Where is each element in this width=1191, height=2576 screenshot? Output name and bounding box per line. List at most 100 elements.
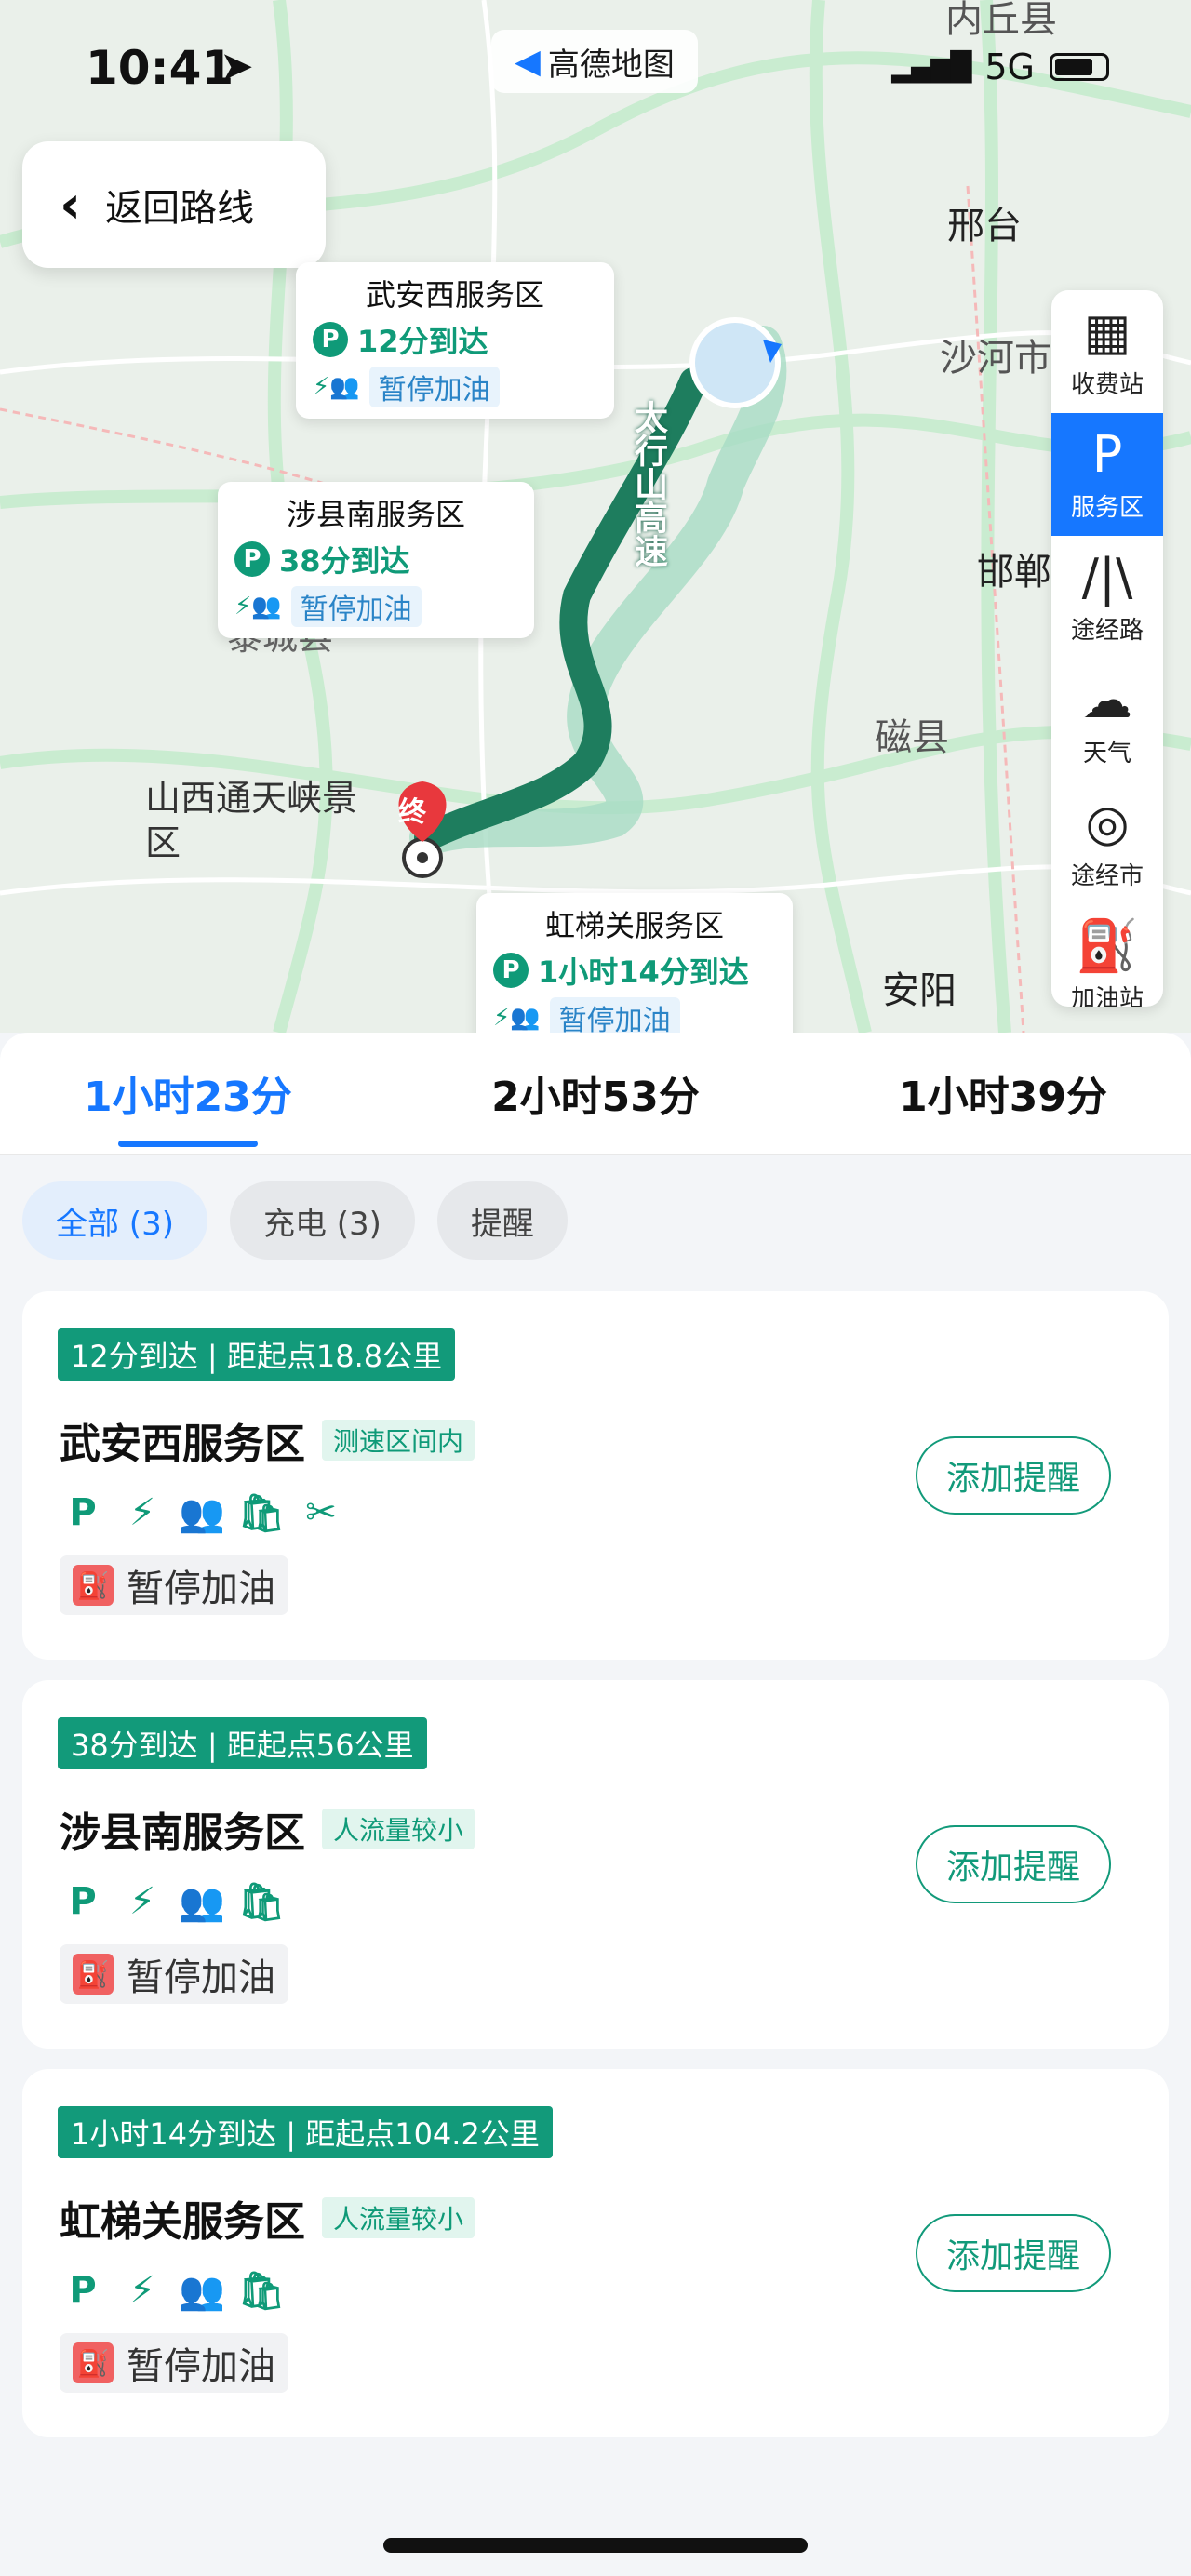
end-marker-label: 终	[398, 796, 426, 829]
amap-logo-icon: ◀	[515, 42, 541, 81]
road-name-label: 太行山高速	[629, 400, 667, 567]
cloud-icon: ☁	[1082, 670, 1132, 729]
no-fuel-icon: ⛽	[73, 2342, 114, 2383]
map-city-label: 安阳	[882, 969, 957, 1012]
service-area-card[interactable]: 1小时14分到达 | 距起点104.2公里 虹梯关服务区 人流量较小 P ⚡ 👥 …	[22, 2069, 1169, 2437]
service-area-name: 涉县南服务区	[60, 1809, 305, 1857]
location-arrow-icon: ➤	[220, 43, 254, 90]
parking-icon: P	[69, 1491, 97, 1534]
city-pin-icon: ◎	[1085, 793, 1130, 852]
home-indicator[interactable]	[383, 2538, 808, 2553]
app-name: 高德地图	[547, 46, 675, 84]
panel-service-area[interactable]: P 服务区	[1051, 413, 1163, 536]
route-tabs: 1小时23分 2小时53分 1小时39分	[0, 1033, 1191, 1155]
callout-name: 虹梯关服务区	[544, 908, 724, 943]
callout-fuel: 暂停加油	[549, 997, 680, 1033]
filter-reminder[interactable]: 提醒	[436, 1181, 568, 1260]
parking-icon: P	[234, 541, 270, 577]
chevron-left-icon: ‹	[60, 174, 82, 235]
service-area-name: 虹梯关服务区	[60, 2198, 305, 2246]
fuel-status: ⛽ 暂停加油	[60, 1944, 288, 2004]
map-city-label: 邯郸	[977, 551, 1051, 594]
system-icons: ▂▄▆█ 5G	[891, 47, 1109, 87]
filter-chips: 全部 (3) 充电 (3) 提醒	[0, 1155, 1191, 1286]
app-chip: ◀ 高德地图	[491, 30, 698, 93]
callout-eta: 1小时14分到达	[538, 954, 749, 990]
panel-toll-station[interactable]: ▦ 收费站	[1051, 290, 1163, 413]
facility-icons: P ⚡ 👥 🛍	[60, 1875, 285, 1928]
toll-icon: ▦	[1083, 301, 1131, 361]
charging-restroom-icon: ⚡👥	[234, 593, 282, 621]
status-bar: 10:41 ➤ ◀ 高德地图 ▂▄▆█ 5G	[0, 30, 1191, 102]
status-tag: 测速区间内	[322, 1420, 475, 1461]
eta-distance-badge: 38分到达 | 距起点56公里	[58, 1717, 427, 1769]
back-label: 返回路线	[105, 187, 255, 230]
panel-gas-station[interactable]: ⛽ 加油站	[1051, 904, 1163, 1007]
fuel-pump-icon: ⛽	[1076, 915, 1139, 975]
callout-name: 涉县南服务区	[286, 497, 465, 532]
route-tab-1[interactable]: 1小时23分	[84, 1063, 292, 1123]
service-area-card[interactable]: 12分到达 | 距起点18.8公里 武安西服务区 测速区间内 P ⚡ 👥 🛍 ✂ …	[22, 1291, 1169, 1660]
route-tab-3[interactable]: 1小时39分	[899, 1063, 1107, 1123]
fuel-status: ⛽ 暂停加油	[60, 2333, 288, 2393]
service-area-card[interactable]: 38分到达 | 距起点56公里 涉县南服务区 人流量较小 P ⚡ 👥 🛍 ⛽ 暂停加…	[22, 1680, 1169, 2049]
charging-restroom-icon: ⚡👥	[493, 1004, 541, 1032]
charging-icon: ⚡	[128, 1880, 156, 1923]
filter-all[interactable]: 全部 (3)	[22, 1181, 207, 1260]
no-fuel-icon: ⛽	[73, 1565, 114, 1606]
panel-route-city[interactable]: ◎ 途经市	[1051, 781, 1163, 904]
network-label: 5G	[984, 47, 1035, 87]
callout-eta: 12分到达	[357, 324, 488, 359]
map-city-label: 沙河市	[940, 337, 1051, 380]
route-tab-2[interactable]: 2小时53分	[491, 1063, 700, 1123]
parking-icon: P	[69, 1880, 97, 1923]
eta-distance-badge: 1小时14分到达 | 距起点104.2公里	[58, 2106, 553, 2158]
shop-icon: 🛍	[237, 2269, 286, 2313]
restroom-icon: 👥	[179, 2269, 225, 2313]
status-time: 10:41	[86, 41, 234, 95]
callout-eta: 38分到达	[279, 543, 410, 579]
status-tag: 人流量较小	[322, 1809, 475, 1849]
charging-icon: ⚡	[128, 1491, 156, 1534]
panel-route-road[interactable]: /|\ 途经路	[1051, 536, 1163, 659]
facility-icons: P ⚡ 👥 🛍	[60, 2264, 285, 2316]
eta-distance-badge: 12分到达 | 距起点18.8公里	[58, 1328, 456, 1381]
parking-icon: P	[493, 953, 529, 988]
map-poi-label: 山西通天峡景区	[145, 778, 358, 863]
add-reminder-button[interactable]: 添加提醒	[916, 1825, 1111, 1903]
service-area-icon: P	[1091, 424, 1123, 484]
panel-weather[interactable]: ☁ 天气	[1051, 659, 1163, 781]
road-icon: /|\	[1081, 547, 1133, 607]
add-reminder-button[interactable]: 添加提醒	[916, 2214, 1111, 2292]
map-view[interactable]: 太行山高速 终 山西通天峡景区 黎城县 邢台 沙河市 邯郸 磁县 安阳 内丘县 …	[0, 0, 1191, 1033]
map-callout-service-area[interactable]: 涉县南服务区 P 38分到达 ⚡👥 暂停加油	[218, 482, 534, 638]
restroom-icon: 👥	[179, 1880, 225, 1924]
restroom-icon: 👥	[179, 1491, 225, 1535]
map-callout-service-area[interactable]: 虹梯关服务区 P 1小时14分到达 ⚡👥 暂停加油	[476, 893, 793, 1033]
signal-icon: ▂▄▆█	[891, 50, 971, 84]
facility-icons: P ⚡ 👥 🛍 ✂	[60, 1487, 344, 1539]
shop-icon: 🛍	[237, 1880, 286, 1924]
battery-icon	[1050, 53, 1109, 81]
map-city-label: 磁县	[875, 716, 949, 759]
filter-charging[interactable]: 充电 (3)	[229, 1181, 415, 1260]
route-sheet: 1小时23分 2小时53分 1小时39分 全部 (3) 充电 (3) 提醒 12…	[0, 1033, 1191, 2576]
status-tag: 人流量较小	[322, 2197, 475, 2238]
parking-icon: P	[313, 322, 348, 357]
callout-name: 武安西服务区	[365, 277, 544, 313]
map-callout-service-area[interactable]: 武安西服务区 P 12分到达 ⚡👥 暂停加油	[296, 262, 614, 419]
callout-fuel: 暂停加油	[368, 367, 500, 407]
service-area-name: 武安西服务区	[60, 1421, 305, 1468]
fuel-status: ⛽ 暂停加油	[60, 1555, 288, 1615]
shop-icon: 🛍	[237, 1491, 286, 1535]
add-reminder-button[interactable]: 添加提醒	[916, 1436, 1111, 1515]
callout-fuel: 暂停加油	[290, 586, 422, 627]
charging-icon: ⚡	[128, 2269, 156, 2312]
charging-restroom-icon: ⚡👥	[313, 373, 360, 401]
no-fuel-icon: ⛽	[73, 1954, 114, 1995]
parking-icon: P	[69, 2269, 97, 2312]
map-layer-panel: ▦ 收费站 P 服务区 /|\ 途经路 ☁ 天气 ◎ 途经市 ⛽ 加油站	[1051, 290, 1163, 1007]
back-to-route-button[interactable]: ‹ 返回路线	[22, 141, 326, 268]
repair-icon: ✂	[305, 1491, 337, 1534]
map-city-label: 邢台	[947, 205, 1022, 247]
